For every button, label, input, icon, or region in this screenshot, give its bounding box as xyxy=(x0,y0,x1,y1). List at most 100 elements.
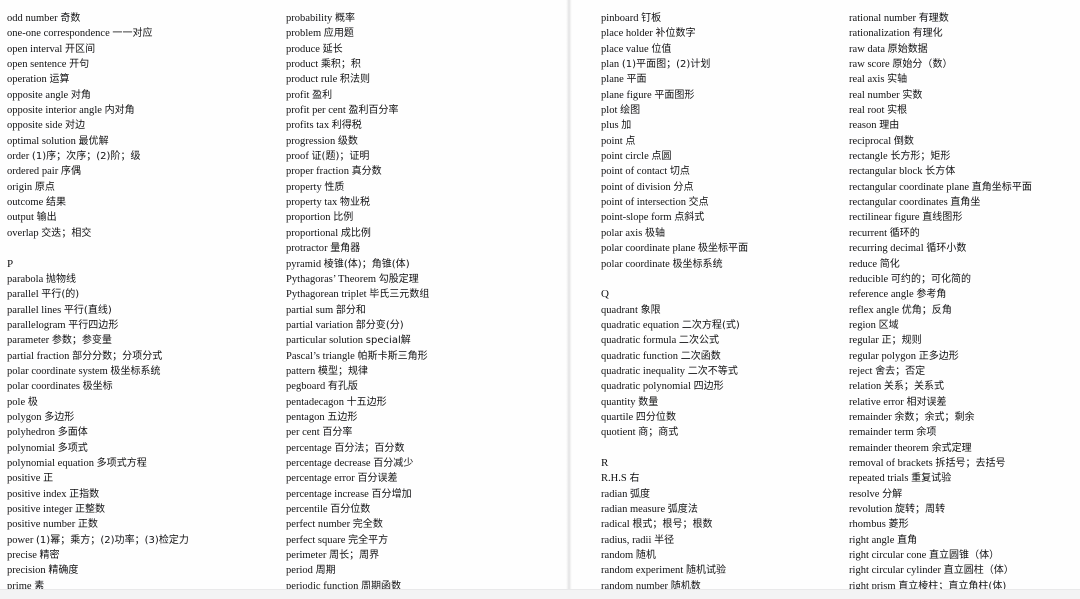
glossary-gloss: 交点 xyxy=(688,197,709,209)
glossary-term: polar axis xyxy=(601,227,643,239)
glossary-entry: output 输出 xyxy=(7,210,283,225)
glossary-entry: proper fraction 真分数 xyxy=(286,164,566,179)
glossary-entry: precision 精确度 xyxy=(7,563,283,578)
glossary-gloss: 弧度法 xyxy=(667,504,698,515)
glossary-gloss: 切点 xyxy=(669,166,690,178)
glossary-term: quadratic function xyxy=(601,350,679,362)
glossary-entry: rectangular coordinates 直角坐 xyxy=(849,195,1080,210)
glossary-entry: percentile 百分位数 xyxy=(286,502,566,517)
glossary-gloss: 原始数据 xyxy=(887,43,928,55)
glossary-gloss: 半径 xyxy=(654,534,675,546)
glossary-term: precision xyxy=(7,565,46,577)
glossary-gloss: 一一对应 xyxy=(112,28,153,40)
glossary-entry: plus 加 xyxy=(601,118,842,133)
glossary-gloss: 直立圆锥（体） xyxy=(929,550,1000,562)
glossary-term: ordered pair xyxy=(7,166,59,178)
glossary-gloss: 利得税 xyxy=(331,120,362,132)
glossary-entry: pentadecagon 十五边形 xyxy=(286,395,566,410)
glossary-term: remainder xyxy=(849,411,892,423)
glossary-entry: point of division 分点 xyxy=(601,180,842,195)
glossary-term: point circle xyxy=(601,151,649,163)
left-page: odd number 奇数 one-one correspondence 一一对应… xyxy=(0,0,566,599)
glossary-gloss: 钉板 xyxy=(641,13,662,24)
glossary-gloss: 补位数字 xyxy=(655,28,696,40)
glossary-gloss: 乘积；积 xyxy=(320,59,361,71)
glossary-entry: percentage increase 百分增加 xyxy=(286,487,566,502)
glossary-column-2: probability 概率 problem 应用题 produce 延长 produ… xyxy=(283,0,566,599)
glossary-column-3: pinboard 钉板 place holder 补位数字 place value … xyxy=(572,0,842,599)
glossary-gloss: 余式定理 xyxy=(931,442,972,454)
glossary-entry: polar coordinates 极坐标 xyxy=(7,379,283,394)
glossary-entry: reducible 可约的；可化简的 xyxy=(849,272,1080,287)
glossary-term: profit xyxy=(286,89,310,101)
glossary-entry: polar axis 极轴 xyxy=(601,226,842,241)
glossary-term: place value xyxy=(601,43,649,55)
glossary-gloss: 周期 xyxy=(315,565,336,577)
glossary-entry: regular polygon 正多边形 xyxy=(849,349,1080,364)
glossary-term: revolution xyxy=(849,504,893,515)
glossary-entry: radical 根式；根号；根数 xyxy=(601,517,842,532)
glossary-term: proper fraction xyxy=(286,166,349,178)
glossary-term: regular xyxy=(849,335,879,347)
glossary-entry: product rule 积法则 xyxy=(286,72,566,87)
glossary-term: rhombus xyxy=(849,519,886,531)
glossary-term: radius, radii xyxy=(601,534,652,546)
glossary-entry: partial variation 部分变(分) xyxy=(286,318,566,333)
glossary-term: rectangle xyxy=(849,151,888,163)
glossary-entry: quartile 四分位数 xyxy=(601,410,842,425)
glossary-term: polar coordinate plane xyxy=(601,243,696,255)
glossary-term: region xyxy=(849,319,876,331)
glossary-gloss: 直角坐标平面 xyxy=(971,181,1032,193)
glossary-gloss: 直线图形 xyxy=(922,212,963,224)
glossary-gloss: 延长 xyxy=(322,43,343,55)
glossary-term: reason xyxy=(849,120,877,132)
glossary-gloss: 原始分（数） xyxy=(892,59,953,71)
glossary-term: Q xyxy=(601,288,609,301)
glossary-entry: profit 盈利 xyxy=(286,88,566,103)
glossary-term: open sentence xyxy=(7,59,67,71)
glossary-term: remainder theorem xyxy=(849,442,929,454)
glossary-gloss: 直角坐 xyxy=(950,197,981,209)
glossary-entry: quadratic function 二次函数 xyxy=(601,349,842,364)
glossary-term: plan xyxy=(601,59,620,71)
glossary-entry: removal of brackets 拆括号；去括号 xyxy=(849,456,1080,471)
glossary-gloss: 正多边形 xyxy=(918,350,959,362)
glossary-gloss: 平面图形 xyxy=(654,89,695,101)
glossary-gloss: 物业税 xyxy=(339,197,370,209)
glossary-entry: origin 原点 xyxy=(7,180,283,195)
glossary-term: per cent xyxy=(286,427,320,439)
glossary-entry: quadratic polynomial 四边形 xyxy=(601,379,842,394)
glossary-term: probability xyxy=(286,13,333,24)
glossary-entry: reduce 简化 xyxy=(849,257,1080,272)
glossary-term: pentadecagon xyxy=(286,396,344,408)
glossary-gloss: 多项式方程 xyxy=(96,457,147,469)
glossary-term: radian measure xyxy=(601,504,666,515)
glossary-entry: positive integer 正整数 xyxy=(7,502,283,517)
glossary-gloss: 关系；关系式 xyxy=(883,381,945,393)
glossary-term: plus xyxy=(601,120,619,132)
glossary-term: quadratic formula xyxy=(601,335,677,347)
glossary-gloss: 有理数 xyxy=(918,13,949,24)
glossary-entry: raw data 原始数据 xyxy=(849,42,1080,57)
glossary-column-1: odd number 奇数 one-one correspondence 一一对应… xyxy=(0,0,283,599)
glossary-term: parallel lines xyxy=(7,304,62,316)
glossary-entry: quadratic inequality 二次不等式 xyxy=(601,364,842,379)
glossary-term: particular solution xyxy=(286,335,364,347)
glossary-entry: problem 应用题 xyxy=(286,26,566,41)
glossary-gloss: 运算 xyxy=(49,74,70,86)
glossary-gloss: 四分位数 xyxy=(635,411,676,423)
glossary-gloss: 加 xyxy=(621,120,632,132)
glossary-term: pattern xyxy=(286,365,316,377)
glossary-term: raw score xyxy=(849,59,890,71)
glossary-entry: raw score 原始分（数） xyxy=(849,57,1080,72)
glossary-gloss: 象限 xyxy=(640,304,661,316)
glossary-gloss: 二次公式 xyxy=(678,335,720,347)
glossary-term: positive xyxy=(7,473,41,485)
glossary-term: Pythagorean triplet xyxy=(286,289,367,301)
glossary-term: relation xyxy=(849,381,882,393)
glossary-gloss: 部分分数；分项分式 xyxy=(72,350,163,362)
glossary-term: parallel xyxy=(7,289,39,301)
glossary-entry: point-slope form 点斜式 xyxy=(601,210,842,225)
glossary-entry: particular solution special解 xyxy=(286,333,566,348)
glossary-term: open interval xyxy=(7,43,63,55)
